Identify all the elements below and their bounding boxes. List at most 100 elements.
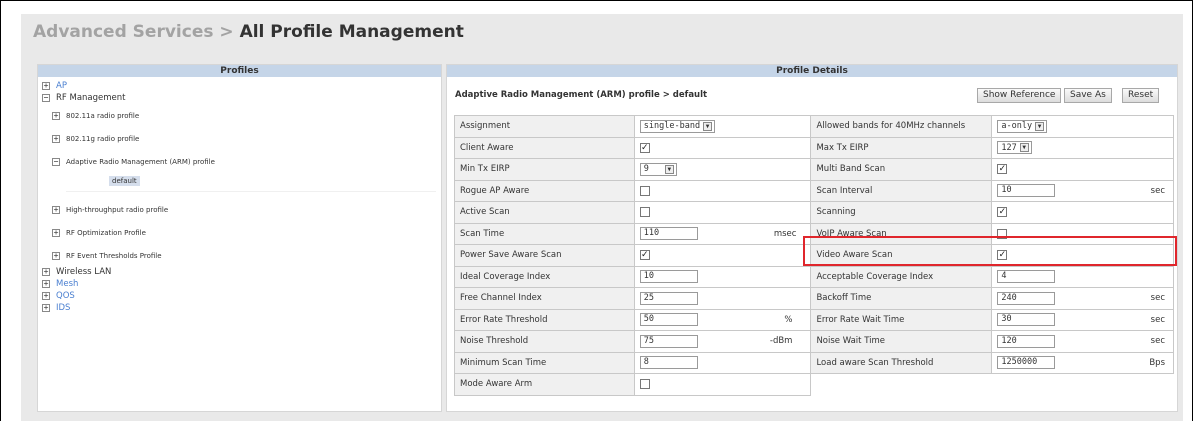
tree-item-80211a-radio-profile[interactable]: +802.11a radio profile: [52, 112, 139, 120]
tree-divider: [66, 191, 436, 192]
client-aware-checkbox[interactable]: ✓: [639, 142, 650, 153]
rogue-ap-aware-checkbox[interactable]: [639, 185, 650, 196]
expand-icon[interactable]: +: [52, 112, 60, 120]
free-channel-index-input[interactable]: 25: [639, 291, 698, 305]
tree-item-rf-management[interactable]: − RF Management: [42, 93, 126, 103]
expand-icon[interactable]: +: [52, 135, 60, 143]
table-row: Rogue AP Aware Scan Interval 10 sec: [454, 179, 1174, 202]
min-tx-eirp-select[interactable]: 9 ▼: [639, 162, 677, 176]
assignment-select[interactable]: single-band ▼: [639, 119, 716, 133]
noise-threshold-input[interactable]: 75: [639, 334, 698, 348]
expand-icon[interactable]: +: [42, 292, 50, 300]
field-label: Scan Time: [454, 222, 635, 245]
field-label: Multi Band Scan: [810, 158, 993, 181]
table-row: Ideal Coverage Index 10 Acceptable Cover…: [454, 265, 1174, 288]
field-label: Load aware Scan Threshold: [810, 351, 993, 374]
show-reference-button[interactable]: Show Reference: [977, 88, 1062, 103]
table-row: Client Aware ✓ Max Tx EIRP 127 ▼: [454, 136, 1174, 159]
expand-icon[interactable]: +: [42, 268, 50, 276]
unit-label: -dBm: [769, 336, 793, 347]
field-label: Allowed bands for 40MHz channels: [810, 115, 993, 138]
dropdown-arrow-icon[interactable]: ▼: [1035, 121, 1045, 131]
video-aware-scan-checkbox[interactable]: ✓: [997, 250, 1008, 260]
field-label: VoIP Aware Scan: [810, 222, 993, 245]
backoff-time-input[interactable]: 240: [997, 291, 1056, 305]
empty-cell: [810, 373, 1174, 395]
profile-details-pane: Profile Details Adaptive Radio Managemen…: [446, 64, 1178, 412]
field-label: Backoff Time: [810, 287, 993, 310]
field-label: Minimum Scan Time: [454, 351, 635, 374]
collapse-icon[interactable]: −: [42, 94, 50, 102]
expand-icon[interactable]: +: [52, 229, 60, 237]
table-row: Assignment single-band ▼ Allowed bands fo…: [454, 115, 1174, 138]
profiles-pane: Profiles + AP − RF Management +802.11a rad…: [37, 64, 442, 412]
field-label: Video Aware Scan: [810, 244, 993, 267]
error-rate-wait-time-input[interactable]: 30: [997, 313, 1056, 327]
tree-item-arm-profile[interactable]: − Adaptive Radio Management (ARM) profile: [52, 158, 215, 166]
unit-label: msec: [773, 228, 797, 239]
field-label: Power Save Aware Scan: [454, 244, 635, 267]
expand-icon[interactable]: +: [42, 82, 50, 90]
error-rate-threshold-input[interactable]: 50: [639, 313, 698, 327]
field-label: Acceptable Coverage Index: [810, 265, 993, 288]
expand-icon[interactable]: +: [42, 280, 50, 288]
unit-label: sec: [1150, 314, 1165, 325]
load-aware-scan-threshold-input[interactable]: 1250000: [997, 356, 1056, 370]
noise-wait-time-input[interactable]: 120: [997, 334, 1056, 348]
voip-aware-scan-checkbox[interactable]: [997, 228, 1008, 239]
dropdown-arrow-icon[interactable]: ▼: [703, 121, 713, 131]
tree-item-ht-radio-profile[interactable]: + High-throughput radio profile: [52, 206, 168, 214]
field-label: Mode Aware Arm: [454, 373, 635, 396]
field-label: Assignment: [454, 115, 635, 138]
acceptable-coverage-index-input[interactable]: 4: [997, 270, 1056, 284]
scanning-checkbox[interactable]: ✓: [997, 207, 1008, 217]
ideal-coverage-index-input[interactable]: 10: [639, 270, 698, 284]
tree-item-mesh[interactable]: + Mesh: [42, 279, 78, 289]
field-label: Error Rate Wait Time: [810, 308, 993, 331]
breadcrumb-current: All Profile Management: [239, 22, 464, 42]
allowed-bands-select[interactable]: a-only ▼: [997, 119, 1048, 133]
max-tx-eirp-select[interactable]: 127 ▼: [997, 141, 1032, 155]
field-label: Scanning: [810, 201, 993, 224]
power-save-aware-scan-checkbox[interactable]: ✓: [639, 250, 650, 260]
expand-icon[interactable]: +: [52, 252, 60, 260]
expand-icon[interactable]: +: [42, 304, 50, 312]
tree-item-rf-optimization-profile[interactable]: + RF Optimization Profile: [52, 229, 146, 237]
tree-item-ids[interactable]: + IDS: [42, 303, 70, 313]
unit-label: sec: [1150, 336, 1165, 347]
minimum-scan-time-input[interactable]: 8: [639, 356, 698, 370]
mode-aware-arm-checkbox[interactable]: [639, 379, 650, 389]
save-as-button[interactable]: Save As: [1064, 88, 1112, 103]
field-label: Rogue AP Aware: [454, 179, 635, 202]
active-scan-checkbox[interactable]: [639, 207, 650, 217]
breadcrumb-separator: >: [219, 22, 234, 42]
breadcrumb-parent[interactable]: Advanced Services: [33, 22, 213, 42]
table-row: Mode Aware Arm: [454, 373, 1174, 396]
reset-button[interactable]: Reset: [1122, 88, 1160, 103]
multi-band-scan-checkbox[interactable]: ✓: [997, 164, 1008, 174]
scan-interval-input[interactable]: 10: [997, 184, 1056, 198]
tree-item-80211g-radio-profile[interactable]: +802.11g radio profile: [52, 135, 139, 143]
scan-time-input[interactable]: 110: [639, 227, 698, 241]
tree-item-qos[interactable]: + QOS: [42, 291, 75, 301]
breadcrumb: Advanced Services > All Profile Manageme…: [33, 22, 464, 42]
table-row: Active Scan Scanning ✓: [454, 201, 1174, 224]
field-label: Error Rate Threshold: [454, 308, 635, 331]
unit-label: Bps: [1149, 357, 1165, 368]
field-label: Min Tx EIRP: [454, 158, 635, 181]
field-label: Max Tx EIRP: [810, 136, 993, 159]
settings-table: Assignment single-band ▼ Allowed bands fo…: [454, 115, 1174, 396]
table-row: Minimum Scan Time 8 Load aware Scan Thre…: [454, 351, 1174, 374]
table-row: Power Save Aware Scan ✓ Video Aware Scan…: [454, 244, 1174, 267]
tree-item-ap[interactable]: + AP: [42, 81, 67, 91]
collapse-icon[interactable]: −: [52, 158, 60, 166]
dropdown-arrow-icon[interactable]: ▼: [664, 164, 674, 174]
dropdown-arrow-icon[interactable]: ▼: [1019, 143, 1029, 153]
tree-item-rf-event-thresholds-profile[interactable]: + RF Event Thresholds Profile: [52, 252, 162, 260]
tree-item-arm-default[interactable]: default: [109, 176, 140, 186]
profiles-header: Profiles: [38, 65, 441, 77]
table-row: Free Channel Index 25 Backoff Time 240 se…: [454, 287, 1174, 310]
field-label: Active Scan: [454, 201, 635, 224]
expand-icon[interactable]: +: [52, 206, 60, 214]
tree-item-wireless-lan[interactable]: + Wireless LAN: [42, 267, 111, 277]
